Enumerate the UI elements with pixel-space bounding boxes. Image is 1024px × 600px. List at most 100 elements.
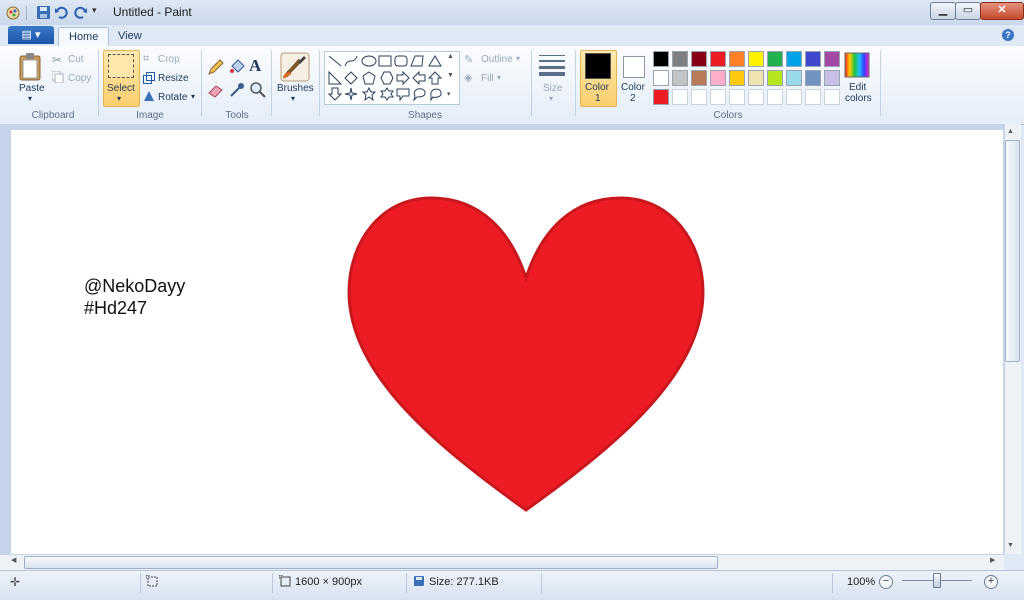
heart-shape xyxy=(347,196,705,512)
pencil-icon[interactable] xyxy=(206,57,226,77)
palette-swatch[interactable] xyxy=(653,89,669,105)
palette-swatch[interactable] xyxy=(653,70,669,86)
vertical-scroll-thumb[interactable] xyxy=(1005,140,1020,362)
copy-button[interactable]: Copy xyxy=(68,73,91,84)
fill-button[interactable]: Fill xyxy=(481,73,494,84)
palette-swatch[interactable] xyxy=(767,51,783,67)
customize-qa-icon[interactable]: ▾ xyxy=(92,5,107,20)
file-size: Size: 277.1KB xyxy=(429,576,499,588)
image-group-label: Image xyxy=(136,110,164,121)
clipboard-group-label: Clipboard xyxy=(31,110,75,121)
fill-bucket-icon[interactable] xyxy=(227,57,247,77)
palette-swatch[interactable] xyxy=(672,51,688,67)
size-button[interactable]: Size xyxy=(543,83,562,94)
paste-dropdown-icon[interactable]: ▾ xyxy=(28,94,32,103)
palette-swatch[interactable] xyxy=(748,89,764,105)
brushes-icon[interactable] xyxy=(280,52,310,82)
palette-swatch[interactable] xyxy=(691,70,707,86)
status-separator xyxy=(541,573,542,593)
paint-app-icon[interactable] xyxy=(6,5,21,20)
scroll-right-icon[interactable]: ▶ xyxy=(990,556,995,564)
help-icon[interactable]: ? xyxy=(1002,29,1014,41)
paste-icon[interactable] xyxy=(18,52,44,82)
palette-swatch[interactable] xyxy=(691,89,707,105)
palette-swatch[interactable] xyxy=(710,89,726,105)
size-icon[interactable] xyxy=(537,52,567,78)
rectangle-shape-icon xyxy=(378,55,392,67)
paste-button[interactable]: Paste xyxy=(19,83,45,94)
crop-button[interactable]: Crop xyxy=(158,54,180,65)
edit-colors-icon[interactable] xyxy=(844,52,870,78)
palette-swatch[interactable] xyxy=(710,51,726,67)
horizontal-scroll-thumb[interactable] xyxy=(24,556,718,569)
scroll-up-icon[interactable]: ▲ xyxy=(1007,128,1014,135)
triangle-shape-icon xyxy=(428,55,442,67)
zoom-out-button[interactable]: − xyxy=(879,575,893,589)
cut-button[interactable]: Cut xyxy=(68,54,84,65)
brushes-button[interactable]: Brushes xyxy=(277,83,314,94)
shapes-scroll-up-icon[interactable]: ▲ xyxy=(447,53,454,60)
status-separator xyxy=(140,573,141,593)
ribbon-separator xyxy=(531,50,532,116)
undo-icon[interactable] xyxy=(54,5,69,20)
redo-icon[interactable] xyxy=(73,5,88,20)
status-separator xyxy=(832,573,833,593)
palette-swatch[interactable] xyxy=(710,70,726,86)
palette-swatch[interactable] xyxy=(672,70,688,86)
save-icon[interactable] xyxy=(36,5,51,20)
shapes-more-icon[interactable]: ▾ xyxy=(447,90,451,98)
drawing-canvas[interactable]: @NekoDayy #Hd247 xyxy=(11,130,1003,554)
brushes-dropdown-icon[interactable]: ▾ xyxy=(291,94,295,103)
palette-swatch[interactable] xyxy=(729,70,745,86)
tab-home[interactable]: Home xyxy=(58,27,110,47)
minimize-button[interactable]: ▁ xyxy=(930,2,956,20)
scroll-down-icon[interactable]: ▼ xyxy=(1007,542,1014,549)
zoom-slider-thumb[interactable] xyxy=(933,573,941,588)
right-triangle-shape-icon xyxy=(328,70,343,85)
canvas-text-line-1: @NekoDayy xyxy=(84,276,186,296)
palette-swatch[interactable] xyxy=(748,70,764,86)
palette-swatch[interactable] xyxy=(805,70,821,86)
color2-swatch[interactable] xyxy=(623,56,645,78)
color-picker-icon[interactable] xyxy=(227,80,247,100)
palette-swatch[interactable] xyxy=(748,51,764,67)
palette-swatch[interactable] xyxy=(824,51,840,67)
scroll-left-icon[interactable]: ◀ xyxy=(11,556,16,564)
edit-colors-label-2[interactable]: colors xyxy=(845,93,872,104)
pentagon-shape-icon xyxy=(362,71,376,85)
zoom-in-button[interactable]: + xyxy=(984,575,998,589)
rotate-dropdown-icon[interactable]: ▾ xyxy=(191,92,195,101)
status-separator xyxy=(406,573,407,593)
close-button[interactable]: ✕ xyxy=(980,2,1024,20)
palette-swatch[interactable] xyxy=(824,89,840,105)
resize-button[interactable]: Resize xyxy=(158,73,189,84)
edit-colors-label-1[interactable]: Edit xyxy=(849,82,866,93)
magnifier-icon[interactable] xyxy=(248,80,268,100)
palette-swatch[interactable] xyxy=(805,89,821,105)
text-tool-icon[interactable]: A xyxy=(248,55,268,75)
eraser-icon[interactable] xyxy=(206,80,226,100)
palette-swatch[interactable] xyxy=(729,51,745,67)
palette-swatch[interactable] xyxy=(767,70,783,86)
palette-swatch[interactable] xyxy=(786,89,802,105)
palette-swatch[interactable] xyxy=(767,89,783,105)
palette-swatch[interactable] xyxy=(729,89,745,105)
maximize-button[interactable]: ▭ xyxy=(955,2,981,20)
palette-swatch[interactable] xyxy=(805,51,821,67)
palette-swatch[interactable] xyxy=(653,51,669,67)
tab-view[interactable]: View xyxy=(108,27,152,46)
file-menu-button[interactable]: ▤ ▾ xyxy=(8,26,54,44)
ribbon-separator xyxy=(575,50,576,116)
palette-swatch[interactable] xyxy=(691,51,707,67)
palette-swatch[interactable] xyxy=(786,70,802,86)
palette-swatch[interactable] xyxy=(786,51,802,67)
select-dropdown-icon[interactable]: ▾ xyxy=(117,94,121,103)
curve-shape-icon xyxy=(344,55,358,67)
palette-swatch[interactable] xyxy=(672,89,688,105)
rotate-button[interactable]: Rotate xyxy=(158,92,187,103)
palette-swatch[interactable] xyxy=(824,70,840,86)
shapes-scroll-down-icon[interactable]: ▼ xyxy=(447,72,454,79)
shapes-group-label: Shapes xyxy=(408,110,442,121)
tab-row xyxy=(0,25,1024,47)
outline-button[interactable]: Outline xyxy=(481,54,513,65)
